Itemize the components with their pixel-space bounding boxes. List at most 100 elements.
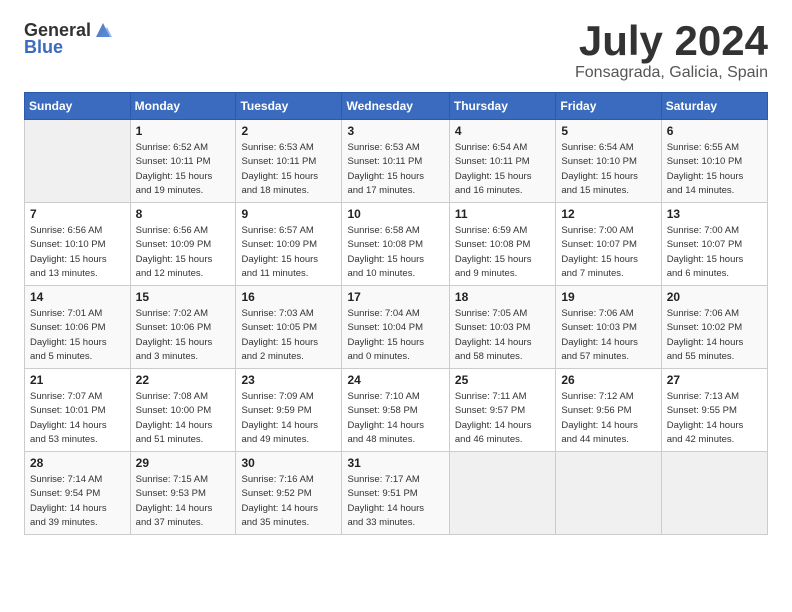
day-info: Sunrise: 6:56 AMSunset: 10:09 PMDaylight… (136, 224, 231, 281)
day-info: Sunrise: 7:14 AMSunset: 9:54 PMDaylight:… (30, 473, 125, 530)
calendar-cell: 11 Sunrise: 6:59 AMSunset: 10:08 PMDaylig… (449, 203, 555, 286)
day-number: 14 (30, 290, 125, 304)
calendar-cell: 5Sunrise: 6:54 AMSunset: 10:10 PMDayligh… (556, 120, 661, 203)
calendar-week-3: 14 Sunrise: 7:01 AMSunset: 10:06 PMDaylig… (25, 286, 768, 369)
day-info: Sunrise: 7:07 AMSunset: 10:01 PMDaylight… (30, 390, 125, 447)
title-area: July 2024 Fonsagrada, Galicia, Spain (575, 20, 768, 82)
day-number: 26 (561, 373, 655, 387)
calendar-cell: 13 Sunrise: 7:00 AMSunset: 10:07 PMDaylig… (661, 203, 767, 286)
day-info: Sunrise: 7:15 AMSunset: 9:53 PMDaylight:… (136, 473, 231, 530)
day-info: Sunrise: 7:09 AMSunset: 9:59 PMDaylight:… (241, 390, 336, 447)
day-info: Sunrise: 7:13 AMSunset: 9:55 PMDaylight:… (667, 390, 762, 447)
day-info: Sunrise: 6:59 AMSunset: 10:08 PMDaylight… (455, 224, 550, 281)
calendar-cell: 31 Sunrise: 7:17 AMSunset: 9:51 PMDayligh… (342, 452, 449, 535)
calendar-cell: 14 Sunrise: 7:01 AMSunset: 10:06 PMDaylig… (25, 286, 131, 369)
calendar-cell: 29 Sunrise: 7:15 AMSunset: 9:53 PMDayligh… (130, 452, 236, 535)
day-info: Sunrise: 7:16 AMSunset: 9:52 PMDaylight:… (241, 473, 336, 530)
location-subtitle: Fonsagrada, Galicia, Spain (575, 64, 768, 82)
day-number: 9 (241, 207, 336, 221)
day-info: Sunrise: 7:04 AMSunset: 10:04 PMDaylight… (347, 307, 443, 364)
calendar-cell: 4Sunrise: 6:54 AMSunset: 10:11 PMDayligh… (449, 120, 555, 203)
weekday-header-monday: Monday (130, 93, 236, 120)
day-number: 25 (455, 373, 550, 387)
calendar-cell: 30 Sunrise: 7:16 AMSunset: 9:52 PMDayligh… (236, 452, 342, 535)
day-number: 30 (241, 456, 336, 470)
calendar-cell: 28 Sunrise: 7:14 AMSunset: 9:54 PMDayligh… (25, 452, 131, 535)
calendar-cell: 24 Sunrise: 7:10 AMSunset: 9:58 PMDayligh… (342, 369, 449, 452)
day-info: Sunrise: 7:00 AMSunset: 10:07 PMDaylight… (667, 224, 762, 281)
calendar-cell: 7Sunrise: 6:56 AMSunset: 10:10 PMDayligh… (25, 203, 131, 286)
day-info: Sunrise: 7:05 AMSunset: 10:03 PMDaylight… (455, 307, 550, 364)
calendar-cell: 26 Sunrise: 7:12 AMSunset: 9:56 PMDayligh… (556, 369, 661, 452)
day-number: 31 (347, 456, 443, 470)
day-info: Sunrise: 7:17 AMSunset: 9:51 PMDaylight:… (347, 473, 443, 530)
day-info: Sunrise: 6:55 AMSunset: 10:10 PMDaylight… (667, 141, 762, 198)
calendar-cell: 9 Sunrise: 6:57 AMSunset: 10:09 PMDayligh… (236, 203, 342, 286)
day-number: 18 (455, 290, 550, 304)
day-info: Sunrise: 7:12 AMSunset: 9:56 PMDaylight:… (561, 390, 655, 447)
day-number: 29 (136, 456, 231, 470)
calendar-cell: 1 Sunrise: 6:52 AMSunset: 10:11 PMDayligh… (130, 120, 236, 203)
calendar-cell: 12Sunrise: 7:00 AMSunset: 10:07 PMDaylig… (556, 203, 661, 286)
day-number: 16 (241, 290, 336, 304)
calendar-cell: 15 Sunrise: 7:02 AMSunset: 10:06 PMDaylig… (130, 286, 236, 369)
calendar-table: SundayMondayTuesdayWednesdayThursdayFrid… (24, 92, 768, 535)
calendar-cell: 20 Sunrise: 7:06 AMSunset: 10:02 PMDaylig… (661, 286, 767, 369)
calendar-cell: 3Sunrise: 6:53 AMSunset: 10:11 PMDayligh… (342, 120, 449, 203)
day-info: Sunrise: 6:52 AMSunset: 10:11 PMDaylight… (136, 141, 231, 198)
calendar-cell (556, 452, 661, 535)
day-number: 10 (347, 207, 443, 221)
page-header: General Blue July 2024 Fonsagrada, Galic… (24, 20, 768, 82)
day-info: Sunrise: 6:53 AMSunset: 10:11 PMDaylight… (241, 141, 336, 198)
day-number: 5 (561, 124, 655, 138)
calendar-cell: 27 Sunrise: 7:13 AMSunset: 9:55 PMDayligh… (661, 369, 767, 452)
weekday-header-thursday: Thursday (449, 93, 555, 120)
day-number: 3 (347, 124, 443, 138)
calendar-week-5: 28 Sunrise: 7:14 AMSunset: 9:54 PMDayligh… (25, 452, 768, 535)
calendar-cell: 16Sunrise: 7:03 AMSunset: 10:05 PMDaylig… (236, 286, 342, 369)
day-number: 12 (561, 207, 655, 221)
logo-blue: Blue (24, 37, 63, 58)
calendar-cell: 23 Sunrise: 7:09 AMSunset: 9:59 PMDayligh… (236, 369, 342, 452)
calendar-cell: 2 Sunrise: 6:53 AMSunset: 10:11 PMDayligh… (236, 120, 342, 203)
day-number: 2 (241, 124, 336, 138)
month-title: July 2024 (575, 20, 768, 62)
day-number: 15 (136, 290, 231, 304)
logo-icon (92, 19, 114, 41)
day-number: 28 (30, 456, 125, 470)
day-info: Sunrise: 7:08 AMSunset: 10:00 PMDaylight… (136, 390, 231, 447)
day-info: Sunrise: 7:06 AMSunset: 10:02 PMDaylight… (667, 307, 762, 364)
calendar-cell: 10 Sunrise: 6:58 AMSunset: 10:08 PMDaylig… (342, 203, 449, 286)
calendar-cell (449, 452, 555, 535)
calendar-cell: 19Sunrise: 7:06 AMSunset: 10:03 PMDaylig… (556, 286, 661, 369)
calendar-cell: 8 Sunrise: 6:56 AMSunset: 10:09 PMDayligh… (130, 203, 236, 286)
day-info: Sunrise: 7:10 AMSunset: 9:58 PMDaylight:… (347, 390, 443, 447)
day-number: 13 (667, 207, 762, 221)
day-number: 6 (667, 124, 762, 138)
day-number: 19 (561, 290, 655, 304)
day-number: 11 (455, 207, 550, 221)
day-info: Sunrise: 7:02 AMSunset: 10:06 PMDaylight… (136, 307, 231, 364)
day-number: 20 (667, 290, 762, 304)
logo: General Blue (24, 20, 114, 58)
weekday-header-wednesday: Wednesday (342, 93, 449, 120)
day-number: 17 (347, 290, 443, 304)
day-number: 27 (667, 373, 762, 387)
day-info: Sunrise: 7:01 AMSunset: 10:06 PMDaylight… (30, 307, 125, 364)
day-info: Sunrise: 6:58 AMSunset: 10:08 PMDaylight… (347, 224, 443, 281)
calendar-cell: 21Sunrise: 7:07 AMSunset: 10:01 PMDaylig… (25, 369, 131, 452)
day-number: 8 (136, 207, 231, 221)
weekday-header-saturday: Saturday (661, 93, 767, 120)
calendar-cell (25, 120, 131, 203)
calendar-cell: 22Sunrise: 7:08 AMSunset: 10:00 PMDaylig… (130, 369, 236, 452)
calendar-cell: 18 Sunrise: 7:05 AMSunset: 10:03 PMDaylig… (449, 286, 555, 369)
day-number: 23 (241, 373, 336, 387)
day-number: 1 (136, 124, 231, 138)
weekday-header-sunday: Sunday (25, 93, 131, 120)
day-info: Sunrise: 7:11 AMSunset: 9:57 PMDaylight:… (455, 390, 550, 447)
calendar-cell: 17 Sunrise: 7:04 AMSunset: 10:04 PMDaylig… (342, 286, 449, 369)
day-info: Sunrise: 6:57 AMSunset: 10:09 PMDaylight… (241, 224, 336, 281)
calendar-week-2: 7Sunrise: 6:56 AMSunset: 10:10 PMDayligh… (25, 203, 768, 286)
day-number: 24 (347, 373, 443, 387)
calendar-week-4: 21Sunrise: 7:07 AMSunset: 10:01 PMDaylig… (25, 369, 768, 452)
